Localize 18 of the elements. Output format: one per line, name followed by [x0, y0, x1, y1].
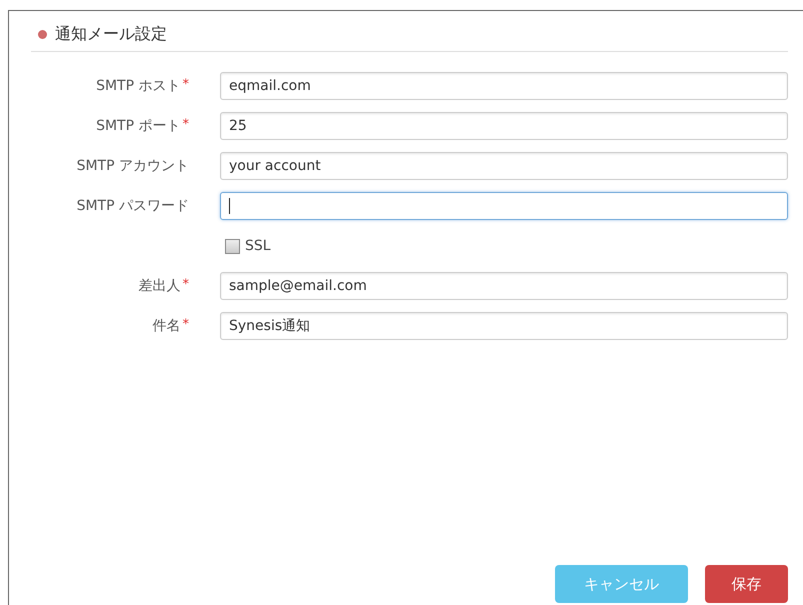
checkbox[interactable]	[225, 238, 240, 254]
field-label: SMTP パスワード	[76, 197, 189, 215]
input-field[interactable]: your account	[220, 152, 788, 180]
text-cursor	[229, 198, 230, 214]
input-field[interactable]: sample@email.com	[220, 272, 788, 300]
field-label: 件名*	[152, 317, 189, 335]
save-button[interactable]: 保存	[705, 565, 788, 603]
field-label: 差出人*	[138, 277, 189, 295]
field-label: SMTP アカウント	[76, 157, 189, 175]
input-field[interactable]: eqmail.com	[220, 72, 788, 100]
field-label: SMTP ホスト*	[96, 77, 189, 95]
bullet-icon	[38, 30, 47, 39]
input-field[interactable]: 25	[220, 112, 788, 140]
section-title: 通知メール設定	[55, 24, 167, 45]
input-field[interactable]: Synesis通知	[220, 312, 788, 340]
checkbox-label: SSL	[245, 238, 271, 254]
field-label: SMTP ポート*	[96, 117, 189, 135]
input-field[interactable]	[220, 192, 788, 220]
